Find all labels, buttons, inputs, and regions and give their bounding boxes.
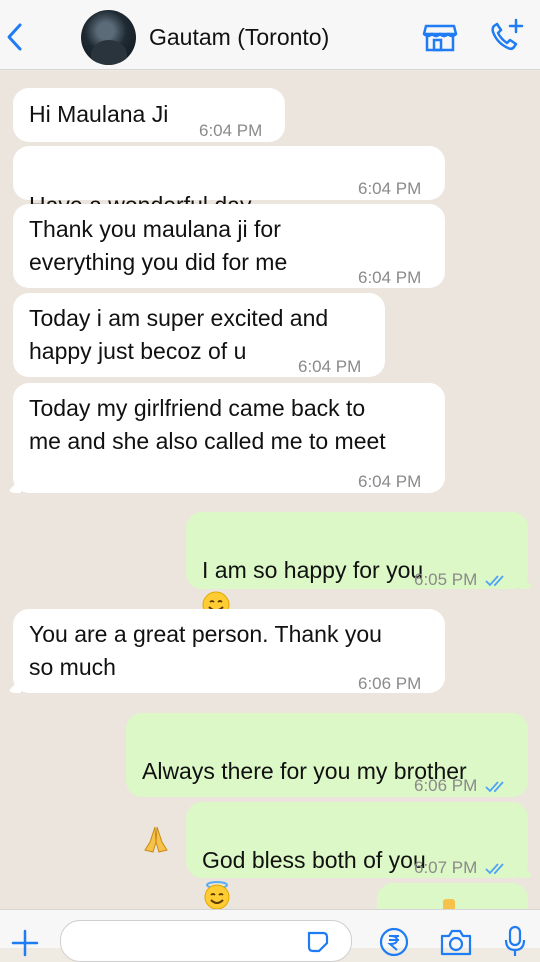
halo-emoji-icon — [204, 880, 230, 909]
microphone-icon[interactable] — [502, 924, 528, 958]
bubble-tail — [520, 862, 534, 878]
message-incoming[interactable]: You are a great person. Thank you so muc… — [7, 609, 445, 693]
message-time: 6:04 PM — [199, 121, 263, 140]
message-time-text: 6:07 PM — [414, 858, 478, 877]
message-time: 6:04 PM — [358, 179, 422, 198]
message-incoming[interactable]: Today my girlfriend came back to me and … — [7, 383, 445, 493]
contact-name[interactable]: Gautam (Toronto) — [149, 24, 329, 51]
message-text: Today my girlfriend came back to me and … — [29, 395, 386, 454]
message-text: I am so happy for you — [202, 521, 423, 620]
message-incoming[interactable]: Hi Maulana Ji 6:04 PM — [13, 88, 285, 142]
camera-icon[interactable] — [438, 926, 474, 958]
message-incoming[interactable]: Thank you maulana ji for everything you … — [13, 204, 445, 288]
message-outgoing[interactable]: Always there for you my brother 6:06 PM — [126, 713, 528, 853]
message-outgoing[interactable]: I am so happy for you 6:05 PM — [186, 512, 534, 619]
contact-avatar[interactable] — [81, 10, 136, 65]
message-time: 6:04 PM — [358, 472, 422, 491]
back-chevron-icon[interactable] — [4, 22, 26, 52]
chat-header: Gautam (Toronto) — [0, 0, 540, 70]
message-time: 6:06 PM — [414, 769, 509, 802]
message-time-text: 6:06 PM — [414, 776, 478, 795]
bubble-tail — [520, 573, 534, 589]
bubble-tail — [7, 477, 21, 493]
plus-icon[interactable] — [10, 928, 40, 958]
message-time: 6:04 PM — [358, 268, 422, 287]
folded-hands-emoji-icon — [443, 899, 455, 909]
message-list[interactable]: Hi Maulana Ji 6:04 PM Have a wonderful d… — [0, 71, 540, 909]
message-text: You are a great person. Thank you so muc… — [29, 621, 382, 680]
message-text: Today i am super excited and happy just … — [29, 305, 329, 364]
sticker-icon[interactable] — [305, 929, 331, 955]
message-time: 6:07 PM — [414, 851, 509, 884]
message-text-content: I am so happy for you — [202, 557, 424, 583]
message-input-bar — [0, 909, 540, 962]
message-time: 6:05 PM — [414, 563, 509, 596]
message-outgoing[interactable]: God bless both of you 6:07 PM — [186, 802, 534, 909]
message-text-content: God bless both of you — [202, 847, 426, 873]
message-incoming[interactable]: Today i am super excited and happy just … — [13, 293, 385, 377]
read-ticks-icon — [485, 574, 504, 586]
message-text: Thank you maulana ji for everything you … — [29, 216, 288, 275]
message-time-text: 6:05 PM — [414, 570, 478, 589]
message-incoming[interactable]: Have a wonderful day 6:04 PM — [13, 146, 445, 254]
read-ticks-icon — [485, 862, 504, 874]
bubble-tail — [7, 677, 21, 693]
read-ticks-icon — [485, 780, 504, 792]
message-text: Hi Maulana Ji — [29, 101, 169, 127]
folded-hands-emoji-icon — [144, 826, 168, 853]
call-add-icon[interactable] — [486, 16, 528, 56]
message-input[interactable] — [60, 920, 352, 962]
store-icon[interactable] — [420, 16, 460, 56]
message-outgoing-partial[interactable] — [377, 883, 528, 909]
rupee-payment-icon[interactable] — [378, 926, 410, 958]
message-time: 6:04 PM — [298, 357, 362, 376]
message-time: 6:06 PM — [358, 674, 422, 693]
